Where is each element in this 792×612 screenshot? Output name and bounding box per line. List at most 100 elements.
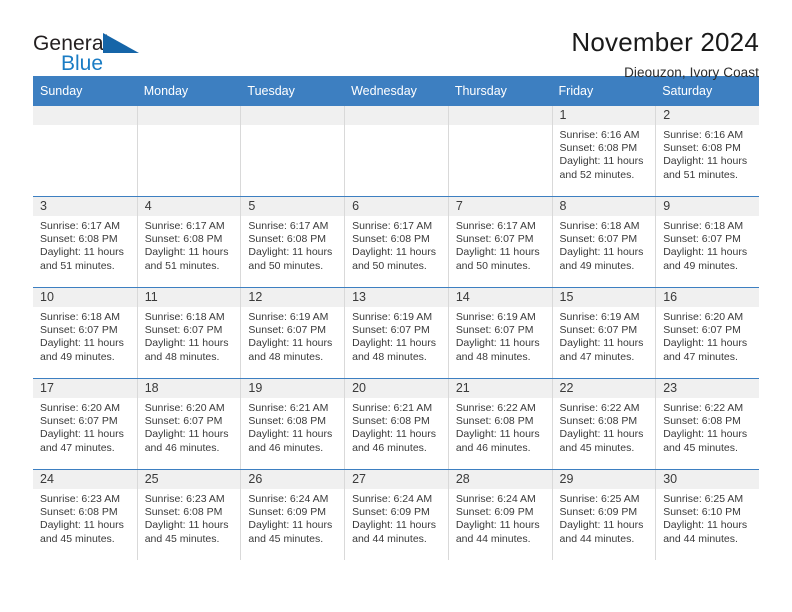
calendar-day-cell[interactable]: 2 Sunrise: 6:16 AM Sunset: 6:08 PM Daylight… — [655, 105, 759, 197]
calendar-body: 1 Sunrise: 6:16 AM Sunset: 6:08 PM Daylight… — [33, 105, 759, 560]
calendar-day-cell[interactable]: 4 Sunrise: 6:17 AM Sunset: 6:08 PM Daylight… — [136, 196, 241, 288]
day-cell-inner: 26 Sunrise: 6:24 AM Sunset: 6:09 PM Dayligh… — [240, 470, 345, 560]
sunrise-text: Sunrise: 6:25 AM — [559, 493, 640, 505]
calendar-day-cell[interactable]: 18 Sunrise: 6:20 AM Sunset: 6:07 PM Dayligh… — [136, 378, 241, 470]
calendar-cell-empty — [344, 105, 448, 197]
day-details: Sunrise: 6:17 AM Sunset: 6:08 PM Daylight:… — [33, 216, 137, 273]
day-details: Sunrise: 6:20 AM Sunset: 6:07 PM Daylight:… — [33, 398, 137, 455]
sunrise-text: Sunrise: 6:21 AM — [352, 402, 433, 414]
calendar-cell-empty — [240, 105, 345, 197]
calendar-day-cell[interactable]: 12 Sunrise: 6:19 AM Sunset: 6:07 PM Dayligh… — [240, 287, 345, 379]
calendar-day-cell[interactable]: 28 Sunrise: 6:24 AM Sunset: 6:09 PM Dayligh… — [447, 469, 552, 560]
sunset-text: Sunset: 6:07 PM — [144, 415, 223, 428]
daylight-text-line1: Daylight: 11 hours — [40, 337, 124, 350]
daylight-text-line2: and 51 minutes. — [144, 259, 220, 272]
daylight-text-line1: Daylight: 11 hours — [663, 246, 748, 259]
calendar-day-cell[interactable]: 1 Sunrise: 6:16 AM Sunset: 6:08 PM Daylight… — [551, 105, 656, 197]
sunset-text: Sunset: 6:09 PM — [455, 506, 534, 519]
calendar-day-cell[interactable]: 25 Sunrise: 6:23 AM Sunset: 6:08 PM Dayligh… — [136, 469, 241, 560]
sunset-text: Sunset: 6:07 PM — [40, 415, 118, 428]
calendar-day-cell[interactable]: 27 Sunrise: 6:24 AM Sunset: 6:09 PM Dayligh… — [344, 469, 448, 560]
daylight-text-line1: Daylight: 11 hours — [144, 337, 229, 350]
daylight-text-line1: Daylight: 11 hours — [559, 337, 644, 350]
calendar-day-cell[interactable]: 9 Sunrise: 6:18 AM Sunset: 6:07 PM Daylight… — [655, 196, 759, 288]
daylight-text-line1: Daylight: 11 hours — [248, 428, 333, 441]
calendar-day-cell[interactable]: 8 Sunrise: 6:18 AM Sunset: 6:07 PM Daylight… — [551, 196, 656, 288]
sunset-text: Sunset: 6:07 PM — [455, 233, 534, 246]
calendar-day-cell[interactable]: 7 Sunrise: 6:17 AM Sunset: 6:07 PM Daylight… — [447, 196, 552, 288]
calendar-day-cell[interactable]: 14 Sunrise: 6:19 AM Sunset: 6:07 PM Dayligh… — [447, 287, 552, 379]
day-number: 5 — [241, 197, 345, 216]
day-number: 9 — [656, 197, 759, 216]
title-block: November 2024 Dieouzon, Ivory Coast — [571, 27, 759, 80]
calendar-day-cell[interactable]: 6 Sunrise: 6:17 AM Sunset: 6:08 PM Daylight… — [344, 196, 448, 288]
daylight-text-line1: Daylight: 11 hours — [455, 428, 540, 441]
sunrise-text: Sunrise: 6:17 AM — [248, 220, 329, 232]
daylight-text-line1: Daylight: 11 hours — [248, 519, 333, 532]
day-cell-inner: 30 Sunrise: 6:25 AM Sunset: 6:10 PM Dayligh… — [655, 470, 759, 560]
day-cell-inner: 9 Sunrise: 6:18 AM Sunset: 6:07 PM Daylight… — [655, 197, 759, 287]
calendar-day-cell[interactable]: 16 Sunrise: 6:20 AM Sunset: 6:07 PM Dayligh… — [655, 287, 759, 379]
day-details: Sunrise: 6:18 AM Sunset: 6:07 PM Daylight:… — [33, 307, 137, 364]
weekday-header-saturday: Saturday — [655, 76, 759, 106]
sunset-text: Sunset: 6:08 PM — [559, 415, 638, 428]
calendar-day-cell[interactable]: 17 Sunrise: 6:20 AM Sunset: 6:07 PM Dayligh… — [33, 378, 137, 470]
sunset-text: Sunset: 6:07 PM — [40, 324, 118, 337]
calendar-day-cell[interactable]: 15 Sunrise: 6:19 AM Sunset: 6:07 PM Dayligh… — [551, 287, 656, 379]
calendar-cell-empty — [447, 105, 552, 197]
daylight-text-line1: Daylight: 11 hours — [455, 246, 540, 259]
daylight-text-line1: Daylight: 11 hours — [144, 246, 229, 259]
daylight-text-line2: and 45 minutes. — [559, 441, 635, 454]
calendar-day-cell[interactable]: 20 Sunrise: 6:21 AM Sunset: 6:08 PM Dayligh… — [344, 378, 448, 470]
daylight-text-line1: Daylight: 11 hours — [352, 246, 436, 259]
day-cell-inner: 3 Sunrise: 6:17 AM Sunset: 6:08 PM Daylight… — [33, 197, 137, 287]
calendar-day-cell[interactable]: 29 Sunrise: 6:25 AM Sunset: 6:09 PM Dayligh… — [551, 469, 656, 560]
daylight-text-line2: and 44 minutes. — [559, 532, 635, 545]
daylight-text-line2: and 47 minutes. — [663, 350, 738, 363]
calendar-day-cell[interactable]: 30 Sunrise: 6:25 AM Sunset: 6:10 PM Dayligh… — [655, 469, 759, 560]
day-number: 14 — [448, 288, 552, 307]
day-details: Sunrise: 6:25 AM Sunset: 6:10 PM Daylight:… — [656, 489, 759, 546]
daylight-text-line1: Daylight: 11 hours — [40, 519, 124, 532]
sunset-text: Sunset: 6:08 PM — [144, 233, 223, 246]
day-cell-inner: 8 Sunrise: 6:18 AM Sunset: 6:07 PM Daylight… — [551, 197, 656, 287]
sunrise-text: Sunrise: 6:16 AM — [663, 129, 744, 141]
calendar-day-cell[interactable]: 5 Sunrise: 6:17 AM Sunset: 6:08 PM Daylight… — [240, 196, 345, 288]
day-details: Sunrise: 6:17 AM Sunset: 6:08 PM Daylight:… — [138, 216, 241, 273]
sunrise-text: Sunrise: 6:18 AM — [559, 220, 640, 232]
day-cell-inner: 16 Sunrise: 6:20 AM Sunset: 6:07 PM Dayligh… — [655, 288, 759, 378]
calendar-week-row: 24 Sunrise: 6:23 AM Sunset: 6:08 PM Dayligh… — [33, 469, 759, 560]
sunset-text: Sunset: 6:07 PM — [559, 233, 638, 246]
calendar-day-cell[interactable]: 21 Sunrise: 6:22 AM Sunset: 6:08 PM Dayligh… — [447, 378, 552, 470]
calendar-day-cell[interactable]: 26 Sunrise: 6:24 AM Sunset: 6:09 PM Dayligh… — [240, 469, 345, 560]
calendar-cell-empty — [136, 105, 241, 197]
sunrise-text: Sunrise: 6:20 AM — [144, 402, 225, 414]
calendar-day-cell[interactable]: 13 Sunrise: 6:19 AM Sunset: 6:07 PM Dayligh… — [344, 287, 448, 379]
day-cell-inner: 20 Sunrise: 6:21 AM Sunset: 6:08 PM Dayligh… — [344, 379, 448, 469]
calendar-day-cell[interactable]: 24 Sunrise: 6:23 AM Sunset: 6:08 PM Dayligh… — [33, 469, 137, 560]
day-number: 6 — [345, 197, 448, 216]
calendar-day-cell[interactable]: 23 Sunrise: 6:22 AM Sunset: 6:08 PM Dayligh… — [655, 378, 759, 470]
day-number: 27 — [345, 470, 448, 489]
day-cell-inner: 17 Sunrise: 6:20 AM Sunset: 6:07 PM Dayligh… — [33, 379, 137, 469]
daylight-text-line1: Daylight: 11 hours — [248, 246, 333, 259]
daylight-text-line2: and 51 minutes. — [663, 168, 738, 181]
calendar-day-cell[interactable]: 19 Sunrise: 6:21 AM Sunset: 6:08 PM Dayligh… — [240, 378, 345, 470]
day-cell-inner: 14 Sunrise: 6:19 AM Sunset: 6:07 PM Dayligh… — [447, 288, 552, 378]
sunrise-text: Sunrise: 6:17 AM — [144, 220, 225, 232]
sunset-text: Sunset: 6:07 PM — [144, 324, 223, 337]
day-number: 3 — [33, 197, 137, 216]
calendar-day-cell[interactable]: 11 Sunrise: 6:18 AM Sunset: 6:07 PM Dayligh… — [136, 287, 241, 379]
daylight-text-line1: Daylight: 11 hours — [559, 428, 644, 441]
day-number: 29 — [552, 470, 656, 489]
calendar-day-cell[interactable]: 10 Sunrise: 6:18 AM Sunset: 6:07 PM Dayligh… — [33, 287, 137, 379]
day-cell-inner: 27 Sunrise: 6:24 AM Sunset: 6:09 PM Dayligh… — [344, 470, 448, 560]
calendar-day-cell[interactable]: 3 Sunrise: 6:17 AM Sunset: 6:08 PM Daylight… — [33, 196, 137, 288]
day-number: 11 — [137, 288, 241, 307]
daylight-text-line2: and 44 minutes. — [352, 532, 427, 545]
sunset-text: Sunset: 6:08 PM — [40, 233, 118, 246]
day-cell-inner: 11 Sunrise: 6:18 AM Sunset: 6:07 PM Dayligh… — [136, 288, 241, 378]
calendar-day-cell[interactable]: 22 Sunrise: 6:22 AM Sunset: 6:08 PM Dayligh… — [551, 378, 656, 470]
day-details: Sunrise: 6:19 AM Sunset: 6:07 PM Daylight:… — [345, 307, 448, 364]
daylight-text-line1: Daylight: 11 hours — [352, 519, 436, 532]
